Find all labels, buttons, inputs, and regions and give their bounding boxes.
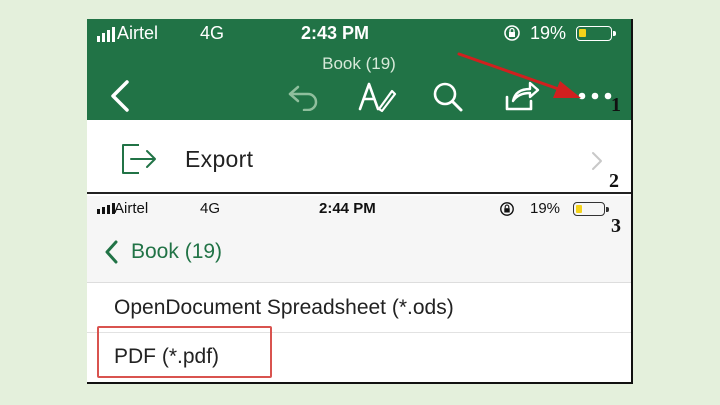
step-number-3: 3 bbox=[611, 215, 621, 237]
battery-icon bbox=[576, 26, 616, 41]
carrier-label: Airtel bbox=[114, 200, 149, 217]
back-button[interactable]: Book (19) bbox=[131, 240, 222, 264]
battery-percent: 19% bbox=[530, 23, 567, 43]
export-options-header: Airtel 4G 2:44 PM 19% Book (19) 3 bbox=[87, 196, 631, 283]
annotation-arrow bbox=[457, 52, 581, 98]
signal-icon bbox=[97, 203, 115, 214]
status-time: 2:44 PM bbox=[319, 200, 376, 217]
screenshot-frame: Airtel 4G 2:43 PM 19% Book (19) 1 Export… bbox=[87, 19, 633, 384]
export-menu-item[interactable]: Export 2 bbox=[87, 120, 631, 194]
lock-rotation-icon bbox=[500, 202, 514, 216]
step-number-1: 1 bbox=[611, 94, 621, 116]
status-time: 2:43 PM bbox=[301, 23, 370, 43]
signal-icon bbox=[97, 27, 115, 42]
lock-rotation-icon bbox=[504, 25, 520, 41]
export-icon bbox=[122, 144, 156, 174]
carrier-label: Airtel bbox=[117, 23, 159, 43]
back-chevron-icon[interactable] bbox=[107, 79, 133, 113]
highlight-box bbox=[97, 326, 272, 378]
option-label: OpenDocument Spreadsheet (*.ods) bbox=[114, 296, 454, 319]
battery-percent: 19% bbox=[530, 200, 561, 217]
undo-icon[interactable] bbox=[286, 81, 320, 111]
back-chevron-icon[interactable] bbox=[103, 239, 119, 265]
export-label: Export bbox=[185, 146, 254, 172]
battery-icon bbox=[573, 202, 609, 216]
chevron-right-icon bbox=[592, 152, 602, 170]
draw-pen-icon[interactable] bbox=[357, 79, 397, 113]
network-label: 4G bbox=[200, 200, 221, 217]
export-options-panel: Airtel 4G 2:44 PM 19% Book (19) 3 OpenDo… bbox=[87, 196, 631, 382]
step-number-2: 2 bbox=[609, 170, 619, 192]
network-label: 4G bbox=[200, 23, 225, 43]
